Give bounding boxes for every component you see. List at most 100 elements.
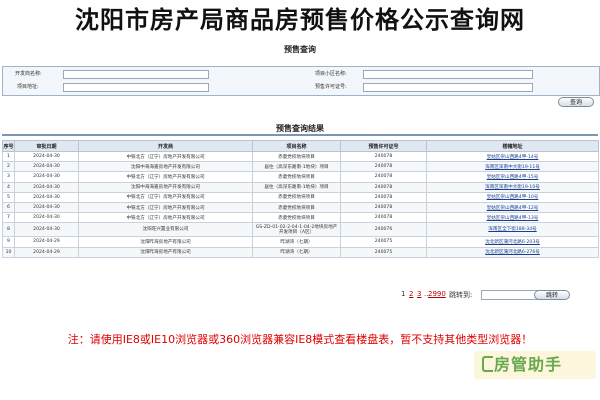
cell-date: 2024-04-30: [14, 212, 79, 224]
cell-address: 皇姑区崇山西路4甲-15号: [426, 171, 599, 183]
developer-label: 开发商名称:: [15, 71, 42, 77]
cell-developer: 沈阳中海海嘉房地产开发有限公司: [78, 181, 253, 193]
cell-address: 皇姑区崇山西路4甲-12号: [426, 201, 599, 214]
cell-address: 皇姑区崇山西路4甲-10号: [426, 191, 599, 203]
cell-address: 浑南区浑南中大街19-11号: [426, 161, 599, 173]
query-section-title: 预售查询: [284, 45, 316, 54]
cell-developer: 沈阳昨海房地产有限公司: [78, 246, 253, 258]
cell-project: 赤菱党校地块项目: [252, 150, 341, 163]
cell-no: 4: [2, 181, 15, 193]
cell-developer: 中铁北方（辽宁）房地产开发有限公司: [78, 212, 253, 224]
cell-developer: 中铁北方（辽宁）房地产开发有限公司: [78, 171, 253, 183]
cell-no: 10: [2, 246, 15, 258]
page-link-2[interactable]: 2: [409, 290, 413, 298]
cell-date: 2024-04-29: [14, 246, 79, 258]
address-link[interactable]: 皇姑区崇山西路4甲-12号: [487, 206, 539, 211]
project-address-label: 项目地址:: [17, 84, 39, 90]
col-header-project: 项目名称: [252, 140, 341, 152]
col-header-address: 楼幢地址: [426, 140, 599, 152]
cell-no: 1: [2, 150, 15, 163]
logo-text: 房管助手: [494, 355, 563, 374]
jump-button[interactable]: 跳转: [534, 290, 570, 300]
table-row: 3 2024-04-30 中铁北方（辽宁）房地产开发有限公司 赤菱党校地块项目 …: [2, 171, 599, 183]
cell-no: 6: [2, 201, 15, 214]
query-row-1: 开发商名称: 项目小区名称:: [3, 68, 599, 81]
cell-address: 沈北新区蒲河北路6-203号: [426, 236, 599, 248]
table-row: 4 2024-04-30 沈阳中海海嘉房地产开发有限公司 居住（高深东路南-1地…: [2, 181, 599, 193]
cell-address: 沈北新区蒲河北路6-276号: [426, 246, 599, 258]
address-link[interactable]: 浑南区全下街188-34号: [488, 227, 536, 232]
cell-developer: 沈阳旺兴置业有限公司: [78, 222, 253, 238]
col-header-date: 审批日期: [14, 140, 79, 152]
address-link[interactable]: 皇姑区崇山西路4甲-14号: [487, 155, 539, 160]
address-link[interactable]: 皇姑区崇山西路4甲-15号: [487, 175, 539, 180]
cell-no: 9: [2, 236, 15, 248]
address-link[interactable]: 皇姑区崇山西路4甲-13号: [487, 216, 539, 221]
cell-date: 2024-04-30: [14, 191, 79, 203]
address-link[interactable]: 沈北新区蒲河北路6-203号: [485, 240, 540, 245]
address-link[interactable]: 皇姑区崇山西路4甲-10号: [487, 195, 539, 200]
cell-project: 居住（高深东路南-1地块）项目: [252, 161, 341, 173]
table-row: 8 2024-04-30 沈阳旺兴置业有限公司 GS-ZD-01-02-2-04…: [2, 222, 599, 238]
query-panel: 开发商名称: 项目小区名称: 项目地址: 预售许可证号:: [2, 66, 600, 96]
address-link[interactable]: 浑南区浑南中大街19-11号: [485, 165, 540, 170]
cell-permit: 240075: [340, 246, 427, 258]
jump-label: 跳转到:: [449, 291, 473, 299]
cell-date: 2024-04-30: [14, 222, 79, 238]
cell-no: 5: [2, 191, 15, 203]
cell-date: 2024-04-30: [14, 171, 79, 183]
cell-address: 浑南区浑南中大街19-10号: [426, 181, 599, 193]
developer-input[interactable]: [63, 70, 209, 79]
cell-no: 7: [2, 212, 15, 224]
cell-permit: 240078: [340, 201, 427, 214]
address-link[interactable]: 浑南区浑南中大街19-10号: [485, 185, 540, 190]
cell-permit: 240075: [340, 236, 427, 248]
table-header: 序号 审批日期 开发商 项目名称 预售许可证号 楼幢地址: [2, 140, 599, 152]
cell-project: 居住（高深东路南-1地块）项目: [252, 181, 341, 193]
permit-input[interactable]: [363, 83, 533, 92]
cell-no: 2: [2, 161, 15, 173]
col-header-permit: 预售许可证号: [340, 140, 427, 152]
watermark-logo: 房管助手: [474, 351, 596, 379]
cell-project: 赤菱党校地块项目: [252, 201, 341, 214]
cell-date: 2024-04-30: [14, 201, 79, 214]
cell-permit: 240078: [340, 191, 427, 203]
cell-permit: 240078: [340, 171, 427, 183]
cell-project: 昨湖湾（七期）: [252, 246, 341, 258]
results-section-title: 预售查询结果: [276, 124, 324, 133]
cell-permit: 240076: [340, 222, 427, 238]
results-divider: [2, 134, 598, 136]
query-row-2: 项目地址: 预售许可证号:: [3, 81, 599, 94]
cell-project: 昨湖湾（七期）: [252, 236, 341, 248]
cell-permit: 240078: [340, 181, 427, 193]
cell-address: 皇姑区崇山西路4甲-14号: [426, 150, 599, 163]
table-row: 7 2024-04-30 中铁北方（辽宁）房地产开发有限公司 赤菱党校地块项目 …: [2, 212, 599, 224]
cell-permit: 240078: [340, 161, 427, 173]
cell-project: 赤菱党校地块项目: [252, 171, 341, 183]
page-link-3[interactable]: 3: [417, 290, 421, 298]
cell-date: 2024-04-30: [14, 181, 79, 193]
project-address-input[interactable]: [63, 83, 209, 92]
jump-page-input[interactable]: [481, 290, 541, 300]
cell-developer: 沈阳昨海房地产有限公司: [78, 236, 253, 248]
cell-date: 2024-04-30: [14, 150, 79, 163]
site-title: 沈阳市房产局商品房预售价格公示查询网: [75, 6, 525, 34]
cell-no: 8: [2, 222, 15, 238]
cell-date: 2024-04-29: [14, 236, 79, 248]
table-row: 5 2024-04-30 中铁北方（辽宁）房地产开发有限公司 赤菱党校地块项目 …: [2, 191, 599, 203]
table-row: 1 2024-04-30 中铁北方（辽宁）房地产开发有限公司 赤菱党校地块项目 …: [2, 150, 599, 163]
address-link[interactable]: 沈北新区蒲河北路6-276号: [485, 250, 540, 255]
project-name-label: 项目小区名称:: [315, 71, 347, 77]
results-table: 序号 审批日期 开发商 项目名称 预售许可证号 楼幢地址 1 2024-04-3…: [2, 140, 599, 258]
permit-label: 预售许可证号:: [315, 84, 347, 90]
project-name-input[interactable]: [363, 70, 533, 79]
cell-permit: 240078: [340, 212, 427, 224]
cell-permit: 240078: [340, 150, 427, 163]
cell-project: GS-ZD-01-02-2-04-1-04-2地块房地产开发项目（A区）: [252, 222, 341, 238]
page-link-last[interactable]: 2990: [428, 290, 446, 298]
col-header-developer: 开发商: [78, 140, 253, 152]
page-link-1[interactable]: 1: [401, 290, 405, 298]
cell-project: 赤菱党校地块项目: [252, 212, 341, 224]
search-button[interactable]: 查询: [558, 97, 594, 107]
cell-no: 3: [2, 171, 15, 183]
